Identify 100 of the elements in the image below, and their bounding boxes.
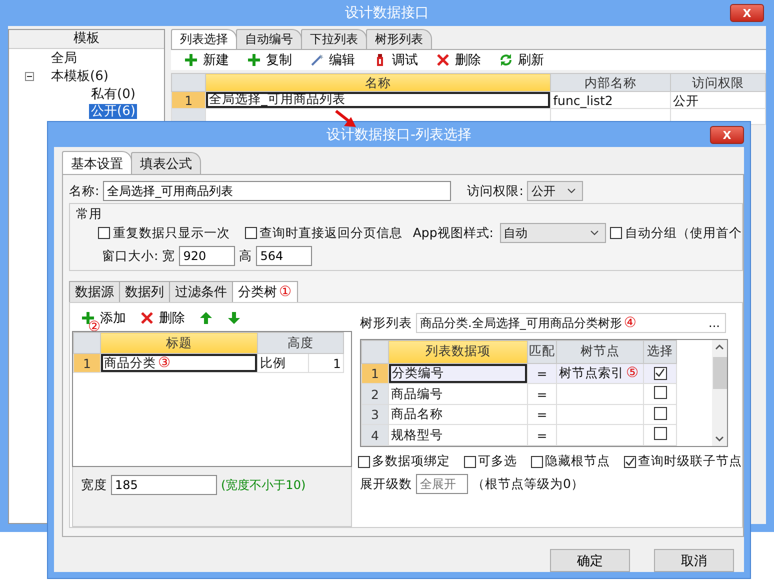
- toolbar-button[interactable]: 删除: [137, 309, 188, 328]
- tree-item[interactable]: 私有(0): [89, 86, 138, 102]
- checkbox[interactable]: 查询时直接返回分页信息: [244, 224, 413, 242]
- wand-icon: [310, 53, 324, 67]
- access-dropdown[interactable]: 公开: [527, 181, 584, 201]
- row-number: 1: [74, 354, 100, 373]
- column-header[interactable]: 树节点: [556, 340, 644, 364]
- checkbox[interactable]: [654, 406, 666, 420]
- tree-item[interactable]: 本模板(6): [49, 68, 110, 84]
- column-header[interactable]: 名称: [206, 74, 551, 92]
- panel-header: 模板: [9, 30, 164, 49]
- up-arrow-icon: [199, 311, 213, 326]
- checkbox[interactable]: [654, 386, 666, 400]
- checkmark-icon: [625, 456, 635, 466]
- field-label: 高: [239, 248, 252, 264]
- checkbox[interactable]: 查询时级联子节点: [624, 453, 742, 470]
- table-cell: 树节点索引: [559, 365, 624, 380]
- field-label: 树形列表: [360, 314, 412, 332]
- row-number: 4: [362, 424, 388, 446]
- field-label: 访问权限:: [467, 182, 524, 200]
- toolbar-button[interactable]: 删除: [433, 51, 484, 69]
- column-header[interactable]: 高度: [258, 332, 344, 354]
- width-field[interactable]: 185: [111, 475, 217, 496]
- column-header[interactable]: 内部名称: [550, 74, 671, 92]
- row-number: 2: [362, 384, 388, 404]
- field-label: 宽度: [81, 476, 107, 494]
- dialog-button[interactable]: 取消: [654, 549, 734, 572]
- column-header[interactable]: 访问权限: [670, 74, 766, 92]
- callout-number: ④: [624, 315, 636, 331]
- tab[interactable]: 分类树 ①: [232, 281, 298, 302]
- collapse-icon[interactable]: [24, 72, 34, 80]
- field-label: App视图样式:: [412, 224, 494, 242]
- row-number: 3: [362, 404, 388, 425]
- dialog-button[interactable]: 确定: [550, 549, 630, 572]
- callout-number: ②: [88, 319, 101, 336]
- tree-item[interactable]: 公开(6): [89, 104, 138, 118]
- tab[interactable]: 列表选择: [171, 29, 237, 49]
- refresh-icon: [499, 53, 513, 67]
- column-header[interactable]: 列表数据项: [388, 340, 528, 364]
- toolbar-button[interactable]: 调试: [370, 51, 421, 69]
- checkbox[interactable]: 自动分组（使用首个: [610, 224, 742, 242]
- window-title: 设计数据接口: [345, 4, 429, 22]
- tab[interactable]: 基本设置: [62, 151, 132, 174]
- table-cell: func_list2: [550, 92, 671, 108]
- table-cell: 公开: [670, 92, 766, 108]
- name-field[interactable]: 全局选择_可用商品列表: [103, 181, 452, 201]
- hint-text: （根节点等级为0）: [472, 476, 584, 492]
- chevron-icon: [567, 188, 576, 194]
- checkbox[interactable]: 重复数据只显示一次: [98, 224, 245, 242]
- tab[interactable]: 下拉列表: [301, 29, 367, 49]
- callout-number: ③: [158, 354, 171, 371]
- tab[interactable]: 树形列表: [366, 29, 432, 49]
- column-header[interactable]: 匹配: [528, 340, 556, 364]
- toolbar-button[interactable]: 编辑: [307, 51, 358, 69]
- toolbar-button[interactable]: 复制: [244, 51, 295, 69]
- scrollbar[interactable]: [712, 340, 727, 446]
- browse-button[interactable]: ...: [708, 316, 722, 330]
- checkbox[interactable]: [654, 427, 666, 440]
- plus-icon: [247, 53, 261, 67]
- table-cell: 分类编号: [388, 363, 528, 384]
- view-style-dropdown[interactable]: 自动: [500, 223, 606, 243]
- tab[interactable]: 数据列: [119, 281, 170, 302]
- scroll-down-icon[interactable]: [715, 436, 724, 442]
- tree-list-field[interactable]: 商品分类.全局选择_可用商品分类树形 ④ ...: [416, 313, 726, 333]
- window-title: 设计数据接口-列表选择: [326, 126, 472, 144]
- callout-number: ⑤: [626, 365, 639, 381]
- toolbar-button[interactable]: 新建: [181, 51, 232, 69]
- checkbox[interactable]: [654, 366, 666, 380]
- group-title: 常用: [76, 206, 102, 221]
- field-label: 窗口大小: 宽: [102, 248, 176, 264]
- tab[interactable]: 过滤条件: [169, 281, 233, 302]
- scroll-up-icon[interactable]: [715, 344, 724, 350]
- table-cell: =: [528, 404, 556, 425]
- row-number: 1: [172, 92, 206, 108]
- table-cell: 1: [308, 354, 344, 373]
- chevron-icon: [590, 230, 599, 236]
- hint-text: (宽度不小于10): [221, 476, 306, 494]
- field-label: 展开级数: [360, 476, 412, 492]
- down-arrow-icon: [227, 311, 241, 326]
- height-field[interactable]: 564: [256, 246, 312, 266]
- tree-item[interactable]: 全局: [49, 50, 79, 66]
- column-header[interactable]: 选择: [644, 340, 676, 364]
- table-cell: 商品编号: [388, 384, 528, 404]
- delete-icon: [140, 311, 154, 326]
- checkbox[interactable]: 多数据项绑定: [358, 453, 450, 470]
- table-cell: 商品名称: [388, 404, 528, 425]
- tab[interactable]: 数据源: [69, 281, 120, 302]
- width-field[interactable]: 920: [179, 246, 236, 266]
- column-header[interactable]: 标题: [100, 332, 258, 354]
- tab[interactable]: 自动编号: [236, 29, 302, 49]
- table-cell: 全局选择_可用商品列表: [206, 92, 551, 108]
- toolbar-button[interactable]: 刷新: [496, 51, 547, 69]
- checkbox[interactable]: 隐藏根节点: [531, 453, 610, 470]
- checkbox[interactable]: 可多选: [464, 453, 517, 470]
- tab[interactable]: 填表公式: [131, 152, 201, 174]
- close-button[interactable]: X: [730, 4, 764, 22]
- expand-level-field[interactable]: 全展开: [416, 474, 468, 494]
- close-button[interactable]: X: [710, 126, 744, 144]
- field-label: 名称:: [69, 182, 100, 200]
- table-cell: =: [528, 424, 556, 446]
